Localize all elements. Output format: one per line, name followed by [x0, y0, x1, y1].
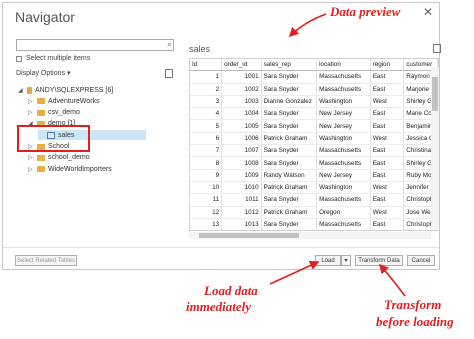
load-arrow [269, 260, 320, 285]
data-preview-arrow [288, 13, 327, 38]
annotation-arrows [269, 13, 406, 297]
transform-arrow [378, 263, 406, 297]
